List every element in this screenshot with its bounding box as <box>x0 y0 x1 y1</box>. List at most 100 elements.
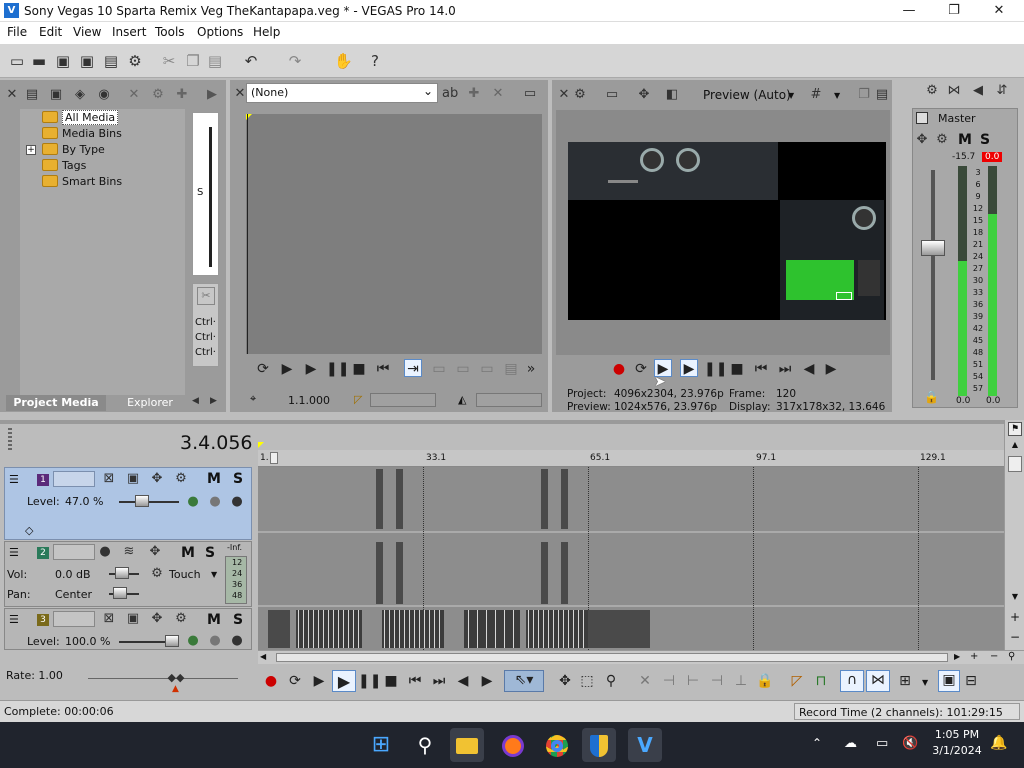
rate-slider-handle[interactable]: ◆◆ <box>166 671 186 685</box>
track-fx-icon[interactable]: ✥ <box>147 544 163 560</box>
scroll-right-icon[interactable]: ▶ <box>954 652 960 661</box>
play-icon[interactable]: ▶ <box>302 360 320 378</box>
remove-icon[interactable]: ✕ <box>126 87 142 103</box>
mixer-settings-gear-icon[interactable]: ⚙ <box>924 83 940 99</box>
paste-icon[interactable]: ▤ <box>206 52 224 70</box>
track-name-field[interactable] <box>53 471 95 487</box>
copy-snapshot-icon[interactable]: ❐ <box>856 87 872 103</box>
loop-icon[interactable]: ⟳ <box>254 360 272 378</box>
dock-icon[interactable]: ▭ <box>522 86 538 102</box>
keyframe-icon[interactable]: ◇ <box>25 524 33 537</box>
video-clip[interactable] <box>376 469 383 529</box>
trim-start-icon[interactable]: ⊢ <box>684 672 702 690</box>
track-header-1[interactable]: ☰ 1 ⊠ ▣ ✥ ⚙ M S Level: 47.0 % ● ● ● ◇ <box>4 467 252 540</box>
pause-icon[interactable]: ❚❚ <box>704 360 727 378</box>
capture-icon[interactable]: ▣ <box>48 87 64 103</box>
trim-icon[interactable]: ⊣ <box>660 672 678 690</box>
clear-icon[interactable]: ✚ <box>466 86 482 102</box>
playhead-handle[interactable] <box>270 452 278 464</box>
zoom-tool-icon[interactable]: ⚲ <box>602 672 620 690</box>
play-icon[interactable]: ▶ <box>680 359 698 377</box>
audio-clip[interactable] <box>376 542 383 604</box>
open-folder-icon[interactable]: ▬ <box>30 52 48 70</box>
collapse-icon[interactable]: ☰ <box>9 473 19 486</box>
tree-item-all-media[interactable]: All Media <box>62 110 119 125</box>
video-clip[interactable] <box>396 469 403 529</box>
horizontal-scrollbar[interactable]: ◀ ▶ + − ⚲ <box>258 650 1024 664</box>
save-snapshot-icon[interactable]: ▤ <box>874 87 890 103</box>
overwrite-icon[interactable]: ▭ <box>454 360 472 378</box>
settings-gear-icon[interactable]: ⚙ <box>126 52 144 70</box>
automation-gear-icon[interactable]: ⚙ <box>149 566 165 582</box>
overlays-icon[interactable]: ◧ <box>664 87 680 103</box>
speaker-icon[interactable]: ◀ <box>970 83 986 99</box>
envelope-tool-icon[interactable]: ✥ <box>556 672 574 690</box>
hand-icon[interactable]: ✋ <box>334 52 353 70</box>
master-checkbox[interactable] <box>916 112 928 124</box>
help-icon[interactable]: ? <box>366 52 384 70</box>
taskbar-date[interactable]: 3/1/2024 <box>932 744 982 757</box>
cut-icon[interactable]: ✂ <box>160 52 178 70</box>
composite-mode-icon[interactable]: ● <box>185 633 201 649</box>
loop-icon[interactable]: ⟳ <box>286 672 304 690</box>
track-header-3[interactable]: ☰ 3 ⊠ ▣ ✥ ⚙ M S Level: 100.0 % ● ● ● <box>4 608 252 650</box>
arm-record-icon[interactable]: ● <box>97 544 113 560</box>
menu-options[interactable]: Options <box>197 25 243 39</box>
selection-tool-icon[interactable]: ⬚ <box>578 672 596 690</box>
invert-phase-icon[interactable]: ≋ <box>121 544 137 560</box>
parent-icon[interactable]: ● <box>207 494 223 510</box>
preview-settings-gear-icon[interactable]: ⚙ <box>572 87 588 103</box>
record-icon[interactable]: ● <box>610 360 628 378</box>
collapse-icon[interactable]: ☰ <box>9 613 19 626</box>
video-clip-strip[interactable] <box>382 610 444 648</box>
record-icon[interactable]: ● <box>262 672 280 690</box>
save-as-icon[interactable]: ▣ <box>78 52 96 70</box>
properties-icon[interactable]: ⚙ <box>150 87 166 103</box>
network-offline-icon[interactable]: ☁ <box>844 736 857 751</box>
zoom-out-h-icon[interactable]: − <box>990 651 998 662</box>
pause-icon[interactable]: ❚❚ <box>358 672 381 690</box>
ignore-grouping-icon[interactable]: ⊟ <box>962 672 980 690</box>
marker-icon[interactable]: ◸ <box>788 672 806 690</box>
maximize-button[interactable]: ❐ <box>931 0 977 22</box>
file-explorer-icon[interactable] <box>450 728 484 762</box>
collapse-icon[interactable]: ☰ <box>9 546 19 559</box>
lock-envelopes-icon[interactable]: ▣ <box>938 670 960 692</box>
play-from-start-icon[interactable]: ▶ <box>310 672 328 690</box>
pan-slider-handle[interactable] <box>113 587 127 599</box>
splitter[interactable] <box>0 420 1024 424</box>
windows-start-icon[interactable]: ⊞ <box>364 728 398 762</box>
vertical-scroll-thumb[interactable] <box>1008 456 1022 472</box>
prev-frame-icon[interactable]: ◀ <box>800 360 818 378</box>
master-fader-handle[interactable] <box>921 240 945 256</box>
remove-icon[interactable]: ✕ <box>490 86 506 102</box>
master-solo-button[interactable]: S <box>980 132 990 148</box>
close-x-icon[interactable]: ✕ <box>4 87 20 103</box>
zoom-in-icon[interactable]: + <box>1008 610 1022 624</box>
motion-icon[interactable]: ⊠ <box>101 471 117 487</box>
loop-icon[interactable]: ⟳ <box>632 360 650 378</box>
audio-clip[interactable] <box>396 542 403 604</box>
undo-icon[interactable]: ↶ <box>242 52 260 70</box>
trimmer-viewer[interactable] <box>246 114 542 354</box>
track-mute-button[interactable]: M <box>207 471 221 487</box>
next-frame-icon[interactable]: ▶ <box>822 360 840 378</box>
track-header-2[interactable]: ☰ 2 ● ≋ ✥ M S -Inf. 12 24 36 48 Vol: 0.0… <box>4 541 252 607</box>
tab-explorer[interactable]: Explorer <box>110 395 190 411</box>
menu-view[interactable]: View <box>73 25 101 39</box>
split-screen-icon[interactable]: ✥ <box>636 87 652 103</box>
video-clip[interactable] <box>541 469 548 529</box>
fx-gear-icon[interactable]: ⚙ <box>934 132 950 148</box>
chevron-down-icon[interactable]: ▼ <box>788 91 794 100</box>
track-solo-button[interactable]: S <box>233 471 243 487</box>
save-icon[interactable]: ▣ <box>54 52 72 70</box>
grid-icon[interactable]: # <box>808 87 824 103</box>
next-frame-icon[interactable]: ▶ <box>478 672 496 690</box>
volume-muted-icon[interactable]: 🔇 <box>902 736 918 751</box>
play-icon[interactable]: ▶ <box>332 670 356 692</box>
make-compositing-child-icon[interactable]: ● <box>229 633 245 649</box>
track-mute-button[interactable]: M <box>181 545 195 561</box>
go-to-start-icon[interactable]: ⏮ <box>374 360 392 378</box>
video-clip-strip[interactable] <box>296 610 362 648</box>
tree-item-tags[interactable]: Tags <box>62 159 86 172</box>
